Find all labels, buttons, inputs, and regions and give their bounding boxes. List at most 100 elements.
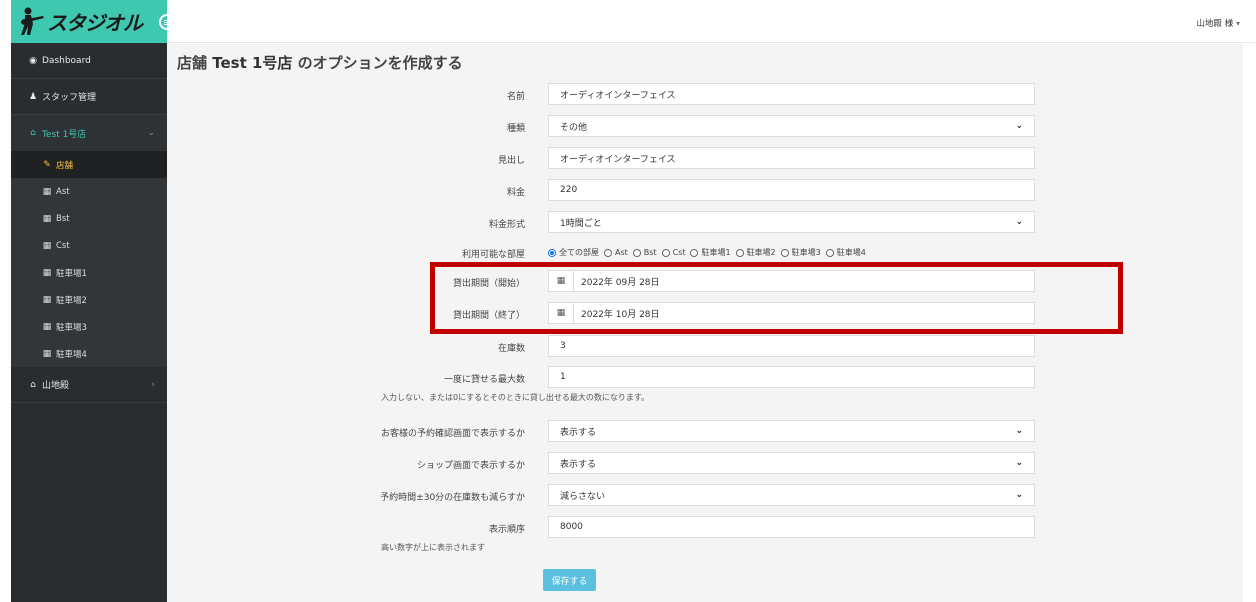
sidebar-item-parking3[interactable]: ▦ 駐車場3 (11, 313, 167, 340)
radio-parking2[interactable]: 駐車場2 (735, 247, 776, 258)
type-select[interactable]: その他 ⌄ (548, 115, 1035, 137)
order-input[interactable]: 8000 (548, 516, 1035, 538)
type-select-value: その他 (560, 122, 588, 133)
name-input[interactable]: オーディオインターフェイス (548, 83, 1035, 105)
show-confirm-select[interactable]: 表示する ⌄ (548, 420, 1035, 442)
chevron-down-icon: ⌄ (147, 128, 155, 138)
save-button[interactable]: 保存する (543, 569, 596, 591)
reduce-stock-select[interactable]: 減らさない ⌄ (548, 484, 1035, 506)
sidebar-item-label: Test 1号店 (42, 129, 87, 140)
sidebar-item-store-test1[interactable]: ⌂ Test 1号店 ⌄ (11, 115, 167, 151)
sidebar-item-shop[interactable]: ✎ 店舗 (11, 151, 167, 178)
radio-dot (735, 248, 744, 257)
sidebar-item-label: 駐車場2 (56, 295, 87, 306)
sidebar-item-staff[interactable]: ♟ スタッフ管理 (11, 79, 167, 115)
sidebar-item-label: 駐車場1 (56, 268, 87, 279)
rooms-radio-group: 全ての部屋 Ast Bst Cst 駐車場1 駐車場2 駐車場3 駐車場4 (548, 247, 866, 258)
calendar-icon: ▦ (42, 240, 52, 251)
row-show-confirm: お客様の予約確認画面で表示するか 表示する ⌄ (167, 420, 1243, 444)
radio-ast[interactable]: Ast (604, 248, 628, 257)
sidebar-item-ast[interactable]: ▦ Ast (11, 178, 167, 205)
title-suffix: のオプションを作成する (292, 54, 463, 72)
radio-parking1[interactable]: 駐車場1 (690, 247, 731, 258)
radio-parking4[interactable]: 駐車場4 (825, 247, 866, 258)
radio-cst[interactable]: Cst (661, 248, 686, 257)
chevron-down-icon: ⌄ (1015, 121, 1023, 131)
chevron-down-icon: ⌄ (1015, 490, 1023, 500)
logo[interactable]: スタジオル (19, 4, 143, 38)
show-shop-select[interactable]: 表示する ⌄ (548, 452, 1035, 474)
radio-dot (632, 248, 641, 257)
price-type-select[interactable]: 1時間ごと ⌄ (548, 211, 1035, 233)
max-rent-input[interactable]: 1 (548, 366, 1035, 388)
max-rent-label: 一度に貸せる最大数 (443, 375, 525, 385)
annotation-highlight-box (430, 262, 1123, 334)
home-icon: ⌂ (30, 379, 36, 390)
chevron-down-icon: ⌄ (1015, 217, 1023, 227)
sidebar-item-bst[interactable]: ▦ Bst (11, 205, 167, 232)
radio-dot (825, 248, 834, 257)
row-max-rent: 一度に貸せる最大数 1 (167, 366, 1243, 390)
sidebar-item-label: Dashboard (42, 55, 91, 66)
home-icon: ⌂ (30, 128, 36, 138)
heading-label: 見出し (497, 156, 525, 166)
sidebar-item-dashboard[interactable]: ◉ Dashboard (11, 43, 167, 79)
radio-label: Ast (615, 248, 628, 257)
guitarist-logo-icon (21, 7, 44, 35)
logo-bar: スタジオル (11, 0, 167, 43)
chevron-right-icon: › (151, 379, 155, 390)
calendar-icon: ▦ (42, 267, 52, 278)
caret-down-icon: ▾ (1235, 19, 1240, 28)
sidebar-item-store-yamaji[interactable]: ⌂ 山地殿 › (11, 367, 167, 403)
row-stock: 在庫数 3 (167, 335, 1243, 359)
calendar-icon: ▦ (42, 186, 52, 197)
radio-dot (661, 248, 670, 257)
chevron-down-icon: ⌄ (1015, 426, 1023, 436)
sidebar-item-label: Cst (56, 240, 70, 251)
show-shop-select-value: 表示する (560, 459, 597, 470)
rooms-label: 利用可能な部屋 (461, 250, 525, 260)
calendar-icon: ▦ (42, 213, 52, 224)
order-label: 表示順序 (488, 525, 525, 535)
user-menu[interactable]: 山地殿 様 ▾ (1197, 17, 1240, 29)
chevron-down-icon: ⌄ (1015, 458, 1023, 468)
radio-dot (780, 248, 789, 257)
price-type-select-value: 1時間ごと (560, 218, 602, 229)
stock-input[interactable]: 3 (548, 335, 1035, 357)
max-rent-help: 入力しない、または0にするとそのときに貸し出せる最大の数になります。 (381, 393, 650, 402)
sidebar-item-label: 山地殿 (42, 381, 70, 391)
radio-dot (690, 248, 699, 257)
row-type: 種類 その他 ⌄ (167, 115, 1243, 139)
calendar-icon: ▦ (42, 294, 52, 305)
radio-bst[interactable]: Bst (632, 248, 657, 257)
radio-parking3[interactable]: 駐車場3 (780, 247, 821, 258)
calendar-icon: ▦ (42, 348, 52, 359)
name-label: 名前 (506, 92, 525, 102)
sidebar-item-label: 店舗 (56, 160, 74, 171)
row-price: 料金 220 (167, 179, 1243, 203)
radio-label: Bst (643, 248, 657, 257)
sidebar-item-parking4[interactable]: ▦ 駐車場4 (11, 340, 167, 367)
sidebar-item-label: 駐車場4 (56, 349, 87, 360)
price-input[interactable]: 220 (548, 179, 1035, 201)
wrench-icon: ✎ (43, 159, 51, 170)
reduce-stock-select-value: 減らさない (560, 491, 606, 502)
scroll-gutter (1243, 44, 1256, 602)
radio-label: Cst (672, 248, 686, 257)
sidebar-item-parking2[interactable]: ▦ 駐車場2 (11, 286, 167, 313)
type-label: 種類 (506, 124, 525, 134)
sidebar-item-cst[interactable]: ▦ Cst (11, 232, 167, 259)
sidebar-item-parking1[interactable]: ▦ 駐車場1 (11, 259, 167, 286)
row-reduce-stock: 予約時間±30分の在庫数も減らすか 減らさない ⌄ (167, 484, 1243, 508)
sidebar-item-label: 駐車場3 (56, 322, 87, 333)
radio-all-rooms[interactable]: 全ての部屋 (548, 247, 599, 258)
radio-label: 駐車場2 (746, 248, 776, 257)
sidebar-item-label: Bst (56, 213, 70, 224)
row-heading: 見出し オーディオインターフェイス (167, 147, 1243, 171)
price-label: 料金 (506, 188, 525, 198)
radio-dot (604, 248, 612, 257)
reduce-stock-label: 予約時間±30分の在庫数も減らすか (380, 493, 525, 503)
top-bar: 山地殿 様 ▾ (167, 0, 1256, 43)
heading-input[interactable]: オーディオインターフェイス (548, 147, 1035, 169)
row-price-type: 料金形式 1時間ごと ⌄ (167, 211, 1243, 235)
